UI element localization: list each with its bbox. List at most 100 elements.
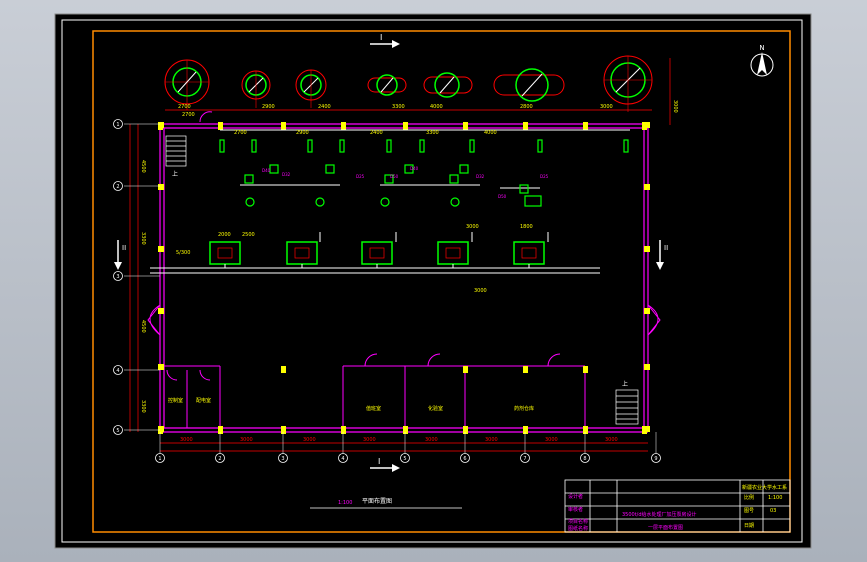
grid-col-label: 8 bbox=[583, 456, 586, 462]
dimension-label: 2700 bbox=[234, 130, 247, 136]
tb-project-name: 3500t/d给水处理厂加压泵房设计 bbox=[622, 511, 697, 518]
drawing-caption: 平面布置图 bbox=[362, 497, 392, 505]
north-label: N bbox=[759, 44, 764, 52]
grid-row-label: 1 bbox=[116, 122, 119, 128]
dimension-label: 4000 bbox=[430, 104, 443, 110]
grid-col-label: 6 bbox=[463, 456, 466, 462]
dimension-label: 2400 bbox=[370, 130, 383, 136]
grid-col-label: 9 bbox=[654, 456, 657, 462]
room-label-lab: 化验室 bbox=[428, 405, 443, 412]
grid-col-label: 4 bbox=[341, 456, 344, 462]
column bbox=[281, 426, 286, 434]
dimension-label: D32 bbox=[476, 174, 485, 179]
svg-text:I: I bbox=[378, 457, 380, 466]
tb-label-project: 项目名称 bbox=[568, 518, 588, 525]
column bbox=[158, 364, 164, 370]
grid-col-label: 5 bbox=[403, 456, 406, 462]
column bbox=[158, 308, 164, 314]
grid-col-label: 3 bbox=[281, 456, 284, 462]
dimension-label: 4500 bbox=[140, 320, 146, 333]
column bbox=[341, 122, 346, 130]
dimension-label: 2400 bbox=[318, 104, 331, 110]
dimension-label: 4000 bbox=[484, 130, 497, 136]
column bbox=[523, 122, 528, 130]
column bbox=[583, 366, 588, 373]
dimension-label: D40 bbox=[262, 168, 271, 173]
column bbox=[644, 308, 650, 314]
dimension-label: 2900 bbox=[296, 130, 309, 136]
tb-scale-label: 比例 bbox=[744, 494, 754, 501]
dimension-label: D50 bbox=[390, 174, 399, 179]
tb-sheet-value: 03 bbox=[770, 508, 776, 514]
room-label-storage: 药剂仓库 bbox=[514, 405, 534, 412]
dimension-label: D25 bbox=[540, 174, 549, 179]
dimension-label: 4500 bbox=[140, 160, 146, 173]
column bbox=[583, 426, 588, 434]
dimension-label: D50 bbox=[498, 194, 507, 199]
column bbox=[644, 184, 650, 190]
dimension-label: 3000 bbox=[485, 437, 498, 443]
dimension-label: 3300 bbox=[426, 130, 439, 136]
column bbox=[463, 366, 468, 373]
dimension-label: 3000 bbox=[425, 437, 438, 443]
tb-drawing-name: 一层平面布置图 bbox=[648, 524, 683, 531]
column bbox=[281, 122, 286, 130]
room-label-control: 控制室 bbox=[168, 397, 183, 404]
column bbox=[463, 426, 468, 434]
dimension-label: 3000 bbox=[303, 437, 316, 443]
tb-school: 新疆农业大学水工系 bbox=[742, 484, 787, 491]
tb-label-reviewer: 审核者 bbox=[568, 506, 583, 513]
column bbox=[644, 364, 650, 370]
dimension-label: 3300 bbox=[140, 400, 146, 413]
dimension-label: 2800 bbox=[520, 104, 533, 110]
dimension-label: 3000 bbox=[605, 437, 618, 443]
dimension-label: 2700 bbox=[182, 112, 195, 118]
room-label-power: 配电室 bbox=[196, 397, 211, 404]
tb-label-designer: 设计者 bbox=[568, 493, 583, 500]
column bbox=[403, 122, 408, 130]
grid-row-label: 2 bbox=[116, 184, 119, 190]
column bbox=[158, 122, 164, 128]
dimension-label: 3000 bbox=[180, 437, 193, 443]
dimension-label: 2500 bbox=[242, 232, 255, 238]
svg-text:II: II bbox=[122, 244, 126, 252]
column bbox=[158, 184, 164, 190]
tb-sheet-label: 图号 bbox=[744, 508, 754, 514]
dimension-label: 2700 bbox=[178, 104, 191, 110]
column bbox=[158, 426, 164, 432]
grid-row-label: 5 bbox=[116, 428, 119, 434]
tb-scale-value: 1:100 bbox=[768, 495, 782, 501]
grid-row-label: 4 bbox=[116, 368, 119, 374]
dimension-label: 2900 bbox=[262, 104, 275, 110]
grid-col-label: 7 bbox=[523, 456, 526, 462]
dimension-label: D25 bbox=[356, 174, 365, 179]
dimension-label: D40 bbox=[410, 166, 419, 171]
column bbox=[403, 426, 408, 434]
column bbox=[583, 122, 588, 130]
dimension-label: 1800 bbox=[520, 224, 533, 230]
column bbox=[644, 122, 650, 128]
svg-text:3000: 3000 bbox=[672, 100, 678, 113]
column bbox=[463, 122, 468, 130]
svg-text:II: II bbox=[664, 244, 668, 252]
grid-col-label: 2 bbox=[218, 456, 221, 462]
column bbox=[644, 246, 650, 252]
scale-caption: 1:100 bbox=[338, 500, 352, 506]
column bbox=[644, 426, 650, 432]
svg-text:I: I bbox=[380, 33, 382, 42]
stair-label-2: 上 bbox=[622, 380, 628, 388]
stair-label-1: 上 bbox=[172, 170, 178, 178]
dimension-label: 3300 bbox=[140, 232, 146, 245]
dimension-label: 3000 bbox=[466, 224, 479, 230]
dimension-label: 3300 bbox=[392, 104, 405, 110]
dimension-label: 3000 bbox=[545, 437, 558, 443]
column bbox=[523, 366, 528, 373]
dimension-label: 3000 bbox=[363, 437, 376, 443]
grid-row-label: 3 bbox=[116, 274, 119, 280]
dimension-label: 3000 bbox=[600, 104, 613, 110]
dimension-label: 2000 bbox=[218, 232, 231, 238]
dimension-label: D32 bbox=[282, 172, 291, 177]
tb-date-label: 日期 bbox=[744, 523, 754, 529]
column bbox=[341, 426, 346, 434]
cad-drawing-viewport[interactable]: N I I II II 3000 上 上 控制室 配电室 值班室 化验室 药剂仓… bbox=[0, 0, 867, 562]
